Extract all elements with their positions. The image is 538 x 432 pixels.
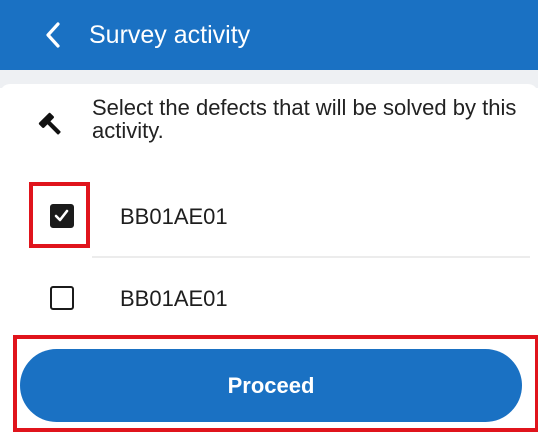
hammer-icon [38, 112, 61, 135]
instruction-text: Select the defects that will be solved b… [92, 95, 517, 143]
proceed-button[interactable]: Proceed [20, 349, 522, 422]
defect-checkbox-unchecked[interactable] [50, 286, 74, 310]
survey-activity-screen: Survey activity Select the defects that … [0, 0, 538, 432]
chevron-left-icon [46, 22, 60, 48]
defect-label: BB01AE01 [120, 204, 228, 229]
app-header: Survey activity [0, 0, 538, 70]
defect-row[interactable]: BB01AE01 [0, 182, 538, 252]
page-title: Survey activity [89, 21, 251, 49]
row-divider [92, 256, 530, 258]
instruction-block: Select the defects that will be solved b… [30, 96, 530, 156]
defect-label: BB01AE01 [120, 286, 228, 311]
back-button[interactable] [36, 18, 70, 52]
checkmark-icon [54, 209, 69, 222]
defect-checkbox-checked[interactable] [50, 204, 74, 228]
defect-row[interactable]: BB01AE01 [0, 264, 538, 334]
